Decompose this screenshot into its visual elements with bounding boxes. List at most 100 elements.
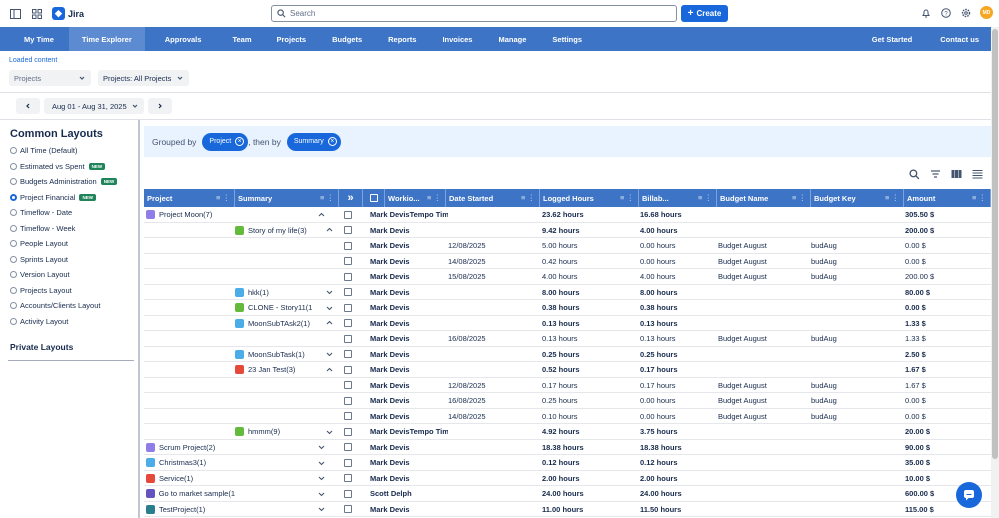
- checkbox[interactable]: [344, 319, 352, 328]
- chat-support-button[interactable]: [956, 482, 982, 508]
- nav-budgets[interactable]: Budgets: [319, 27, 375, 51]
- checkbox[interactable]: [344, 458, 352, 467]
- table-row[interactable]: MoonSubTAsk2(1) Mark Devis 0.13 hours 0.13 …: [144, 316, 991, 331]
- checkbox[interactable]: [344, 350, 352, 359]
- column-header-logged-hours[interactable]: Logged Hours ≡ ⋮: [540, 189, 639, 207]
- drag-handle-icon[interactable]: ≡ ⋮: [521, 193, 535, 202]
- nav-my-time[interactable]: My Time: [0, 27, 69, 51]
- checkbox[interactable]: [369, 194, 378, 202]
- checkbox[interactable]: [344, 303, 352, 312]
- nav-team[interactable]: Team: [214, 27, 264, 51]
- drag-handle-icon[interactable]: ≡ ⋮: [792, 193, 806, 202]
- radio-button[interactable]: [10, 286, 17, 294]
- drag-handle-icon[interactable]: ≡ ⋮: [216, 193, 230, 202]
- checkbox[interactable]: [344, 288, 352, 297]
- column-header-project[interactable]: Project ≡ ⋮: [144, 189, 235, 207]
- table-search-icon[interactable]: [908, 168, 920, 180]
- notifications-icon[interactable]: [920, 7, 932, 19]
- projects-filter-dropdown[interactable]: Projects: [9, 70, 91, 86]
- table-row[interactable]: hmmm(9) Mark DevisTempo Tim 4.92 hours 3.75…: [144, 424, 991, 440]
- radio-button[interactable]: [10, 178, 17, 186]
- table-row[interactable]: hkk(1) Mark Devis 8.00 hours 8.00 hours 80.0…: [144, 285, 991, 301]
- settings-gear-icon[interactable]: [960, 7, 972, 19]
- radio-button[interactable]: [10, 317, 17, 325]
- expand-all-button[interactable]: »: [339, 189, 363, 207]
- table-row[interactable]: Mark Devis 16/08/2025 0.13 hours 0.13 hours…: [144, 331, 991, 347]
- column-header-amount[interactable]: Amount ≡ ⋮: [904, 189, 991, 207]
- drag-handle-icon[interactable]: ≡ ⋮: [620, 193, 634, 202]
- select-all-checkbox[interactable]: [363, 189, 385, 207]
- column-header-budget-name[interactable]: Budget Name ≡ ⋮: [717, 189, 811, 207]
- chevron-down-icon[interactable]: [324, 285, 336, 301]
- chevron-up-icon[interactable]: [324, 362, 336, 378]
- table-row[interactable]: Christmas3(1) Mark Devis 0.12 hours 0.12 ho…: [144, 455, 991, 471]
- table-row[interactable]: Story of my life(3) Mark Devis 9.42 hours 4…: [144, 223, 991, 239]
- chevron-down-icon[interactable]: [316, 471, 328, 487]
- column-header-worker[interactable]: Workio... ≡ ⋮: [385, 189, 446, 207]
- nav-invoices[interactable]: Invoices: [429, 27, 485, 51]
- previous-period-button[interactable]: [16, 98, 40, 114]
- drag-handle-icon[interactable]: ≡ ⋮: [698, 193, 712, 202]
- checkbox[interactable]: [344, 412, 352, 421]
- layout-option[interactable]: Timeflow - Date: [0, 205, 138, 221]
- nav-contact-us[interactable]: Contact us: [940, 27, 979, 51]
- chevron-up-icon[interactable]: [324, 223, 336, 239]
- nav-approvals[interactable]: Approvals: [145, 27, 215, 51]
- nav-manage[interactable]: Manage: [485, 27, 539, 51]
- checkbox[interactable]: [344, 396, 352, 405]
- layout-option[interactable]: Sprints Layout: [0, 252, 138, 268]
- checkbox[interactable]: [344, 210, 352, 219]
- group-pill-summary[interactable]: Summary ×: [286, 132, 341, 151]
- table-row[interactable]: CLONE - Story11(1 Mark Devis 0.38 hours 0.3…: [144, 300, 991, 316]
- checkbox[interactable]: [344, 334, 352, 343]
- layout-option[interactable]: Projects Layout: [0, 283, 138, 299]
- layout-option[interactable]: Budgets Administration NEW: [0, 174, 138, 190]
- loaded-content-link[interactable]: Loaded content: [9, 57, 57, 64]
- drag-handle-icon[interactable]: ≡ ⋮: [427, 193, 441, 202]
- table-row[interactable]: TestProject(1) Mark Devis 11.00 hours 11.50…: [144, 502, 991, 518]
- table-row[interactable]: Mark Devis 14/08/2025 0.10 hours 0.00 hours…: [144, 409, 991, 424]
- radio-button[interactable]: [10, 302, 17, 310]
- create-button[interactable]: + Create: [681, 5, 728, 22]
- nav-time-explorer[interactable]: Time Explorer: [68, 27, 145, 51]
- radio-button[interactable]: [10, 162, 17, 170]
- checkbox[interactable]: [344, 381, 352, 390]
- layout-option[interactable]: Timeflow - Week: [0, 221, 138, 237]
- layout-option[interactable]: Project Financial NEW: [0, 190, 138, 206]
- checkbox[interactable]: [344, 489, 352, 498]
- menu-icon[interactable]: [971, 168, 983, 180]
- drag-handle-icon[interactable]: ≡ ⋮: [320, 193, 334, 202]
- radio-button[interactable]: [10, 271, 17, 279]
- columns-icon[interactable]: [950, 168, 962, 180]
- checkbox[interactable]: [344, 474, 352, 483]
- checkbox[interactable]: [344, 505, 352, 514]
- close-icon[interactable]: ×: [235, 137, 245, 146]
- chevron-up-icon[interactable]: [316, 207, 328, 223]
- checkbox[interactable]: [344, 365, 352, 374]
- help-icon[interactable]: ?: [940, 7, 952, 19]
- table-row[interactable]: Mark Devis 15/08/2025 4.00 hours 4.00 hours…: [144, 269, 991, 285]
- checkbox[interactable]: [344, 427, 352, 436]
- table-row[interactable]: Scrum Project(2) Mark Devis 18.38 hours 18.…: [144, 440, 991, 455]
- layout-option[interactable]: Activity Layout: [0, 314, 138, 330]
- layout-option[interactable]: People Layout: [0, 236, 138, 252]
- drag-handle-icon[interactable]: ≡ ⋮: [885, 193, 899, 202]
- chevron-down-icon[interactable]: [324, 347, 336, 363]
- table-row[interactable]: 23 Jan Test(3) Mark Devis 0.52 hours 0.17 h…: [144, 362, 991, 378]
- column-header-date-started[interactable]: Date Started ≡ ⋮: [446, 189, 540, 207]
- layout-option[interactable]: Estimated vs Spent NEW: [0, 159, 138, 175]
- nav-settings[interactable]: Settings: [539, 27, 595, 51]
- table-row[interactable]: Mark Devis 12/08/2025 0.17 hours 0.17 hours…: [144, 378, 991, 393]
- table-row[interactable]: Go to market sample(1 Scott Delph 24.00 ho…: [144, 486, 991, 502]
- checkbox[interactable]: [344, 272, 352, 281]
- table-row[interactable]: Mark Devis 16/08/2025 0.25 hours 0.00 hours…: [144, 393, 991, 409]
- table-row[interactable]: MoonSubTask(1) Mark Devis 0.25 hours 0.25 h…: [144, 347, 991, 363]
- radio-button[interactable]: [10, 147, 17, 155]
- table-row[interactable]: Project Moon(7) Mark DevisTempo Tim 23.62 …: [144, 207, 991, 223]
- checkbox[interactable]: [344, 241, 352, 250]
- page-scrollbar[interactable]: [991, 27, 999, 518]
- chevron-down-icon[interactable]: [316, 502, 328, 518]
- sidebar-toggle-icon[interactable]: [8, 7, 22, 21]
- layout-option[interactable]: Version Layout: [0, 267, 138, 283]
- nav-reports[interactable]: Reports: [375, 27, 429, 51]
